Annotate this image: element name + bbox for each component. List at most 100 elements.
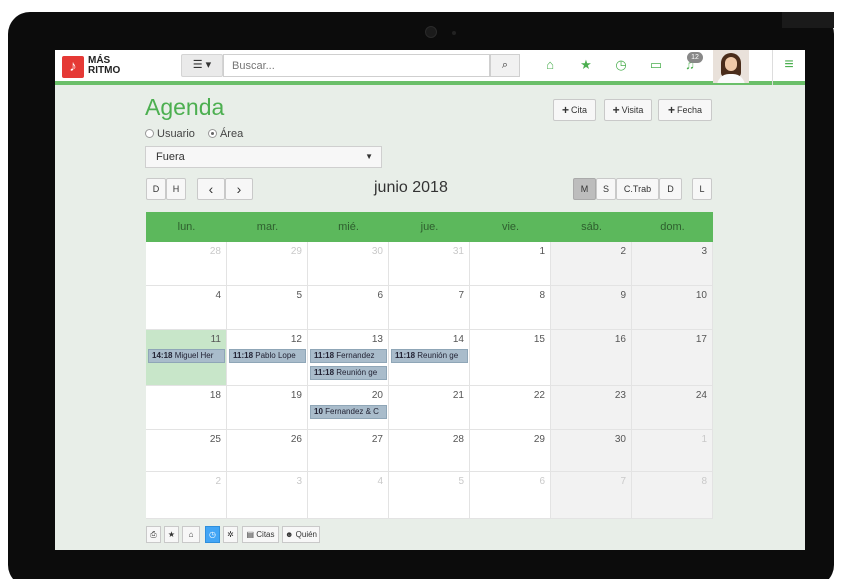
day-cell[interactable]: 2	[551, 242, 632, 286]
print-icon[interactable]: ⎙	[146, 526, 161, 543]
list-view-dropdown[interactable]: ☰ ▾	[181, 54, 223, 77]
day-cell[interactable]: 4	[308, 472, 389, 519]
day-cell[interactable]: 3	[632, 242, 713, 286]
day-number: 15	[533, 334, 545, 345]
day-cell[interactable]: 24	[632, 386, 713, 430]
view-d-button[interactable]: D	[146, 178, 166, 200]
day-cell[interactable]: 9	[551, 286, 632, 330]
day-cell[interactable]: 29	[470, 430, 551, 472]
day-number: 30	[614, 434, 626, 445]
day-cell[interactable]: 6	[470, 472, 551, 519]
day-cell[interactable]: 13 11:18 Fernandez 11:18 Reunión ge	[308, 330, 389, 386]
favorite-icon[interactable]: ★	[164, 526, 179, 543]
area-select[interactable]: Fuera ▼	[145, 146, 382, 168]
view-week-button[interactable]: S	[596, 178, 616, 200]
view-h-button[interactable]: H	[166, 178, 186, 200]
clock-filter-icon[interactable]: ◷	[205, 526, 220, 543]
day-cell[interactable]: 7	[551, 472, 632, 519]
quien-button[interactable]: ☻ Quién	[282, 526, 320, 543]
day-cell[interactable]: 30	[551, 430, 632, 472]
prev-month-button[interactable]: ‹	[197, 178, 225, 200]
day-number: 8	[701, 476, 707, 487]
day-cell[interactable]: 12 11:18 Pablo Lope	[227, 330, 308, 386]
day-cell[interactable]: 11 14:18 Miguel Her	[146, 330, 227, 386]
add-fecha-button[interactable]: + Fecha	[658, 99, 712, 121]
day-cell[interactable]: 4	[146, 286, 227, 330]
calendar-icon[interactable]: ▭	[647, 56, 665, 74]
brand-logo[interactable]: MÁS RITMO	[88, 56, 120, 76]
day-cell[interactable]: 3	[227, 472, 308, 519]
view-month-button[interactable]: M	[573, 178, 596, 200]
day-number: 7	[458, 290, 464, 301]
day-cell[interactable]: 5	[389, 472, 470, 519]
day-cell[interactable]: 28	[389, 430, 470, 472]
day-cell[interactable]: 8	[470, 286, 551, 330]
day-cell[interactable]: 29	[227, 242, 308, 286]
next-month-button[interactable]: ›	[225, 178, 253, 200]
hamburger-menu-icon[interactable]: ≡	[780, 56, 798, 74]
calendar-event[interactable]: 11:18 Fernandez	[310, 349, 387, 363]
calendar-event[interactable]: 11:18 Pablo Lope	[229, 349, 306, 363]
view-workweek-button[interactable]: C.Trab	[616, 178, 659, 200]
clock-icon[interactable]: ◷	[612, 56, 630, 74]
radio-usuario[interactable]	[145, 129, 154, 138]
day-cell[interactable]: 6	[308, 286, 389, 330]
add-cita-button[interactable]: + Cita	[553, 99, 596, 121]
search-button[interactable]: ⌕	[490, 54, 520, 77]
radio-area[interactable]	[207, 129, 217, 138]
camera-sensor	[452, 31, 456, 35]
day-cell[interactable]: 23	[551, 386, 632, 430]
radio-area-label[interactable]: Área	[220, 128, 243, 140]
settings-icon[interactable]: ✲	[223, 526, 238, 543]
day-cell[interactable]: 21	[389, 386, 470, 430]
day-cell[interactable]: 10	[632, 286, 713, 330]
radio-usuario-label[interactable]: Usuario	[157, 128, 195, 140]
day-cell[interactable]: 18	[146, 386, 227, 430]
day-number: 27	[371, 434, 383, 445]
search-input[interactable]	[223, 54, 490, 77]
day-cell[interactable]: 14 11:18 Reunión ge	[389, 330, 470, 386]
day-cell[interactable]: 20 10 Fernandez & C	[308, 386, 389, 430]
day-cell[interactable]: 25	[146, 430, 227, 472]
day-cell[interactable]: 1	[470, 242, 551, 286]
day-cell[interactable]: 30	[308, 242, 389, 286]
day-number: 16	[614, 334, 626, 345]
day-cell[interactable]: 26	[227, 430, 308, 472]
day-number: 6	[377, 290, 383, 301]
citas-button[interactable]: ▤ Citas	[242, 526, 279, 543]
day-cell[interactable]: 17	[632, 330, 713, 386]
day-cell[interactable]: 28	[146, 242, 227, 286]
day-number: 18	[209, 390, 221, 401]
home-icon[interactable]: ⌂	[541, 56, 559, 74]
view-list-button[interactable]: L	[692, 178, 712, 200]
day-number: 19	[290, 390, 302, 401]
day-number: 23	[614, 390, 626, 401]
calendar-event[interactable]: 10 Fernandez & C	[310, 405, 387, 419]
add-visita-button[interactable]: + Visita	[604, 99, 652, 121]
home-add-icon[interactable]: ⌂	[182, 526, 200, 543]
day-cell[interactable]: 19	[227, 386, 308, 430]
view-day-button[interactable]: D	[659, 178, 682, 200]
day-cell[interactable]: 27	[308, 430, 389, 472]
day-cell[interactable]: 8	[632, 472, 713, 519]
day-cell[interactable]: 31	[389, 242, 470, 286]
day-cell[interactable]: 22	[470, 386, 551, 430]
day-cell[interactable]: 16	[551, 330, 632, 386]
add-fecha-label: Fecha	[677, 105, 703, 115]
day-number: 29	[533, 434, 545, 445]
day-cell[interactable]: 1	[632, 430, 713, 472]
day-number: 3	[701, 246, 707, 257]
day-number: 4	[377, 476, 383, 487]
music-note-icon[interactable]: ♪	[62, 56, 84, 78]
day-cell[interactable]: 7	[389, 286, 470, 330]
add-visita-label: Visita	[621, 105, 644, 115]
day-cell[interactable]: 15	[470, 330, 551, 386]
calendar-event[interactable]: 11:18 Reunión ge	[310, 366, 387, 380]
calendar-event[interactable]: 14:18 Miguel Her	[148, 349, 225, 363]
day-number: 13	[371, 334, 383, 345]
star-icon[interactable]: ★	[577, 56, 595, 74]
user-avatar[interactable]	[713, 50, 749, 83]
day-cell[interactable]: 5	[227, 286, 308, 330]
calendar-event[interactable]: 11:18 Reunión ge	[391, 349, 468, 363]
day-cell[interactable]: 2	[146, 472, 227, 519]
